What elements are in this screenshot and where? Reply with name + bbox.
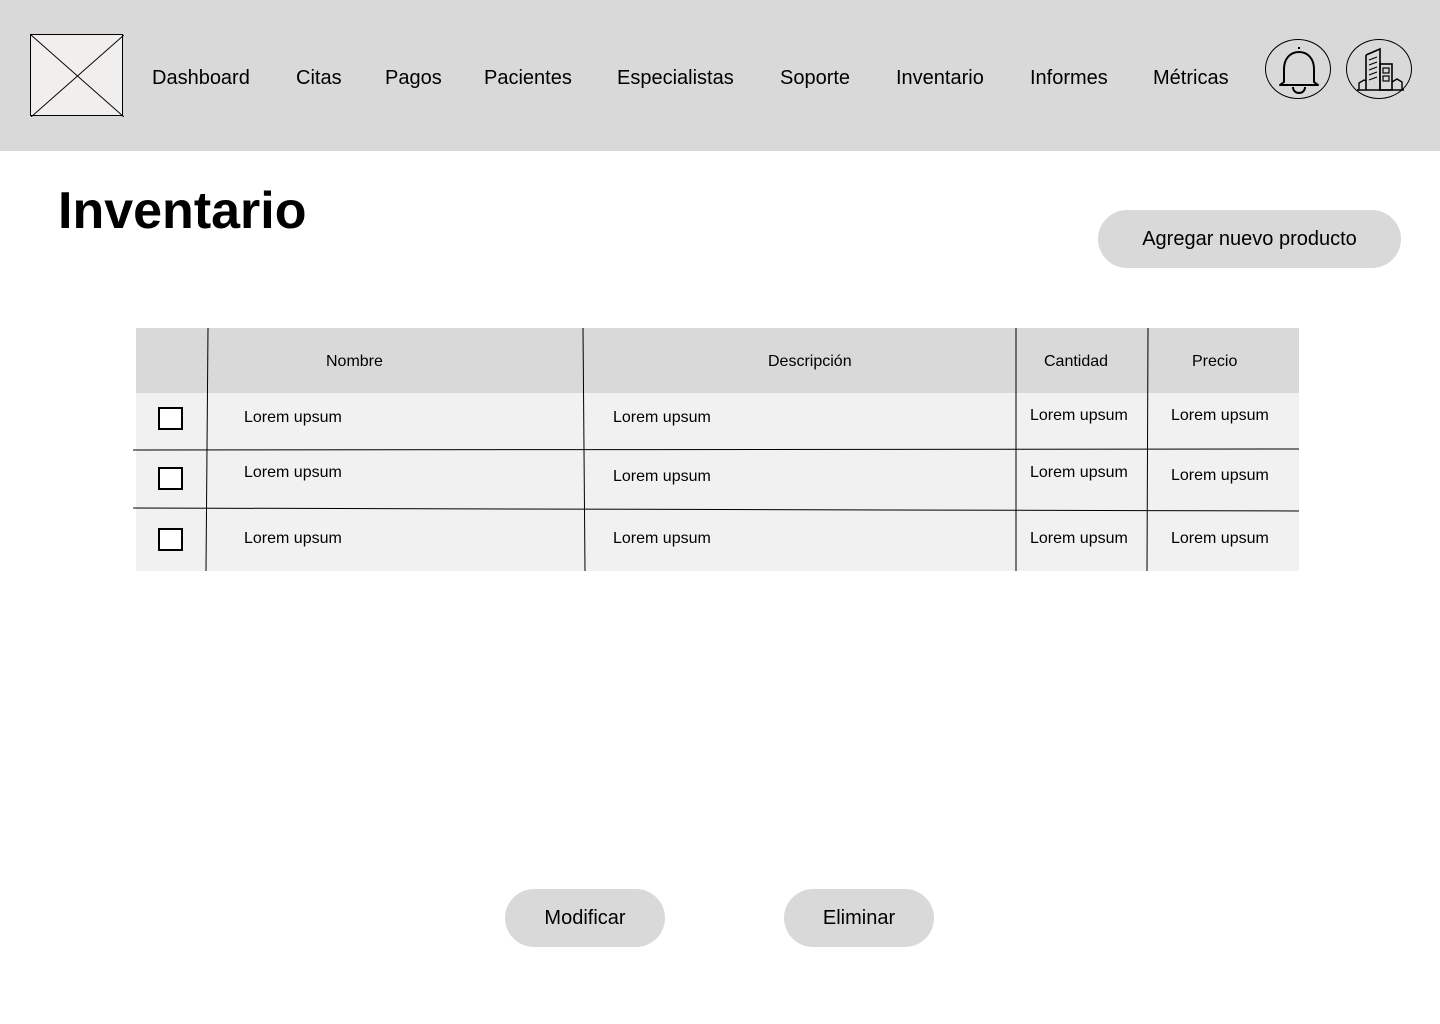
cell-precio: Lorem upsum	[1171, 467, 1269, 484]
top-navbar: Dashboard Citas Pagos Pacientes Especial…	[0, 0, 1440, 151]
nav-dashboard[interactable]: Dashboard	[152, 66, 250, 90]
add-product-button[interactable]: Agregar nuevo producto	[1098, 210, 1401, 268]
cell-nombre: Lorem upsum	[244, 409, 342, 426]
inventory-table: Nombre Descripción Cantidad Precio Lorem…	[132, 327, 1300, 572]
cell-cantidad: Lorem upsum	[1030, 530, 1128, 547]
cell-descripcion: Lorem upsum	[613, 468, 711, 485]
row-checkbox[interactable]	[158, 467, 183, 490]
cell-precio: Lorem upsum	[1171, 530, 1269, 547]
column-header-cantidad[interactable]: Cantidad	[1044, 352, 1108, 372]
nav-metricas[interactable]: Métricas	[1153, 66, 1229, 90]
cell-nombre: Lorem upsum	[244, 530, 342, 547]
cell-descripcion: Lorem upsum	[613, 409, 711, 426]
logo-placeholder[interactable]	[30, 34, 124, 117]
building-icon	[1357, 47, 1404, 91]
organization-button[interactable]	[1346, 39, 1412, 99]
nav-citas[interactable]: Citas	[296, 66, 342, 90]
nav-pacientes[interactable]: Pacientes	[484, 66, 572, 90]
cell-cantidad: Lorem upsum	[1030, 464, 1128, 481]
page-title: Inventario	[58, 182, 307, 240]
column-header-descripcion[interactable]: Descripción	[768, 352, 852, 372]
cell-nombre: Lorem upsum	[244, 464, 342, 481]
column-header-precio[interactable]: Precio	[1192, 352, 1237, 372]
column-header-nombre[interactable]: Nombre	[326, 352, 383, 372]
row-checkbox[interactable]	[158, 528, 183, 551]
cell-cantidad: Lorem upsum	[1030, 407, 1128, 424]
bell-icon	[1279, 47, 1319, 95]
nav-pagos[interactable]: Pagos	[385, 66, 442, 90]
row-checkbox[interactable]	[158, 407, 183, 430]
cell-precio: Lorem upsum	[1171, 407, 1269, 424]
nav-informes[interactable]: Informes	[1030, 66, 1108, 90]
nav-especialistas[interactable]: Especialistas	[617, 66, 734, 90]
cell-descripcion: Lorem upsum	[613, 530, 711, 547]
notifications-button[interactable]	[1265, 39, 1331, 99]
nav-inventario[interactable]: Inventario	[896, 66, 984, 90]
image-placeholder-icon	[31, 35, 124, 117]
modify-button[interactable]: Modificar	[505, 889, 665, 947]
delete-button[interactable]: Eliminar	[784, 889, 934, 947]
nav-soporte[interactable]: Soporte	[780, 66, 850, 90]
